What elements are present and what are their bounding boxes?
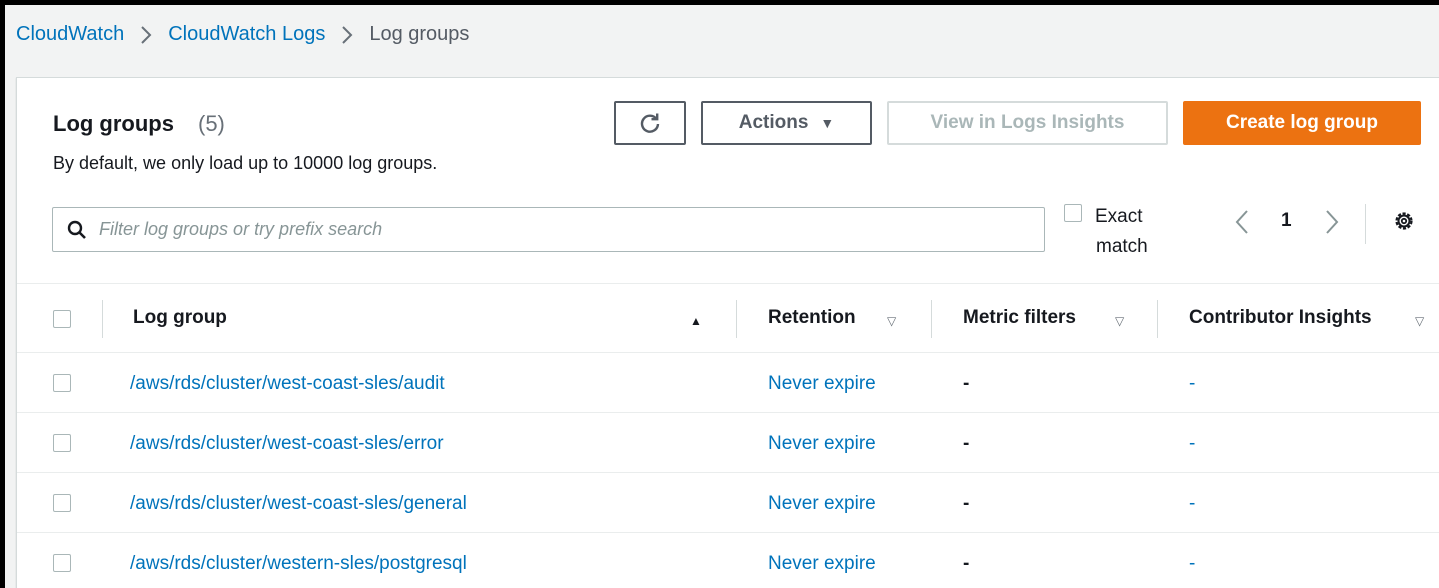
row-checkbox[interactable] (53, 494, 71, 512)
log-group-count: (5) (198, 111, 225, 136)
caret-down-icon: ▼ (820, 115, 835, 131)
chevron-right-icon (140, 25, 152, 45)
refresh-icon (640, 113, 660, 133)
exact-match-label-line2: match (1096, 236, 1148, 257)
chevron-right-icon (1326, 210, 1339, 234)
actions-dropdown-button[interactable]: Actions ▼ (701, 101, 872, 145)
table-row: /aws/rds/cluster/western-sles/postgresql… (17, 533, 1439, 588)
sort-ascending-icon[interactable]: ▲ (690, 314, 702, 328)
sort-icon[interactable]: ▽ (887, 314, 896, 328)
log-group-link[interactable]: /aws/rds/cluster/west-coast-sles/general (130, 493, 467, 515)
table-settings-button[interactable] (1392, 209, 1416, 238)
search-input[interactable] (99, 219, 999, 240)
column-divider (736, 300, 737, 338)
select-all-checkbox[interactable] (53, 310, 71, 328)
search-icon (67, 220, 86, 239)
column-divider (102, 300, 103, 338)
column-header-contributor-insights[interactable]: Contributor Insights (1189, 307, 1372, 329)
log-group-link[interactable]: /aws/rds/cluster/west-coast-sles/audit (130, 373, 445, 395)
log-groups-panel: Log groups (5) By default, we only load … (16, 77, 1439, 588)
retention-link[interactable]: Never expire (768, 493, 876, 515)
column-header-metric-filters[interactable]: Metric filters (963, 307, 1076, 329)
log-group-link[interactable]: /aws/rds/cluster/west-coast-sles/error (130, 433, 444, 455)
pagination-divider (1365, 204, 1366, 244)
chevron-right-icon (341, 25, 353, 45)
sort-icon[interactable]: ▽ (1415, 314, 1424, 328)
log-group-link[interactable]: /aws/rds/cluster/western-sles/postgresql (130, 553, 467, 575)
current-page-number[interactable]: 1 (1281, 210, 1292, 232)
column-header-log-group[interactable]: Log group (133, 307, 227, 329)
search-box (52, 207, 1045, 252)
view-in-logs-insights-button[interactable]: View in Logs Insights (887, 101, 1168, 145)
refresh-button[interactable] (614, 101, 686, 145)
create-log-group-button[interactable]: Create log group (1183, 101, 1421, 145)
contributor-insights-value: - (1189, 373, 1196, 394)
metric-filters-value: - (963, 433, 970, 454)
retention-link[interactable]: Never expire (768, 373, 876, 395)
breadcrumb-current: Log groups (369, 23, 470, 45)
table-row: /aws/rds/cluster/west-coast-sles/general… (17, 473, 1439, 533)
retention-link[interactable]: Never expire (768, 433, 876, 455)
table-header: Log group ▲ Retention ▽ Metric filters ▽… (17, 283, 1439, 353)
app-frame: CloudWatch CloudWatch Logs Log groups Lo… (0, 0, 1439, 588)
breadcrumb: CloudWatch CloudWatch Logs Log groups (16, 23, 469, 46)
row-checkbox[interactable] (53, 554, 71, 572)
contributor-insights-value: - (1189, 493, 1196, 514)
page-title: Log groups (53, 111, 174, 136)
actions-label: Actions (738, 112, 809, 133)
table-row: /aws/rds/cluster/west-coast-sles/audit N… (17, 353, 1439, 413)
exact-match-label-line1: Exact (1095, 206, 1143, 227)
exact-match-label: Exact match (1095, 202, 1165, 262)
contributor-insights-value: - (1189, 433, 1196, 454)
next-page-button[interactable] (1325, 209, 1339, 240)
page-subtitle: By default, we only load up to 10000 log… (53, 153, 438, 173)
column-header-retention[interactable]: Retention (768, 307, 856, 329)
exact-match-checkbox[interactable] (1064, 204, 1082, 222)
row-checkbox[interactable] (53, 434, 71, 452)
column-divider (931, 300, 932, 338)
metric-filters-value: - (963, 493, 970, 514)
metric-filters-value: - (963, 553, 970, 574)
column-divider (1157, 300, 1158, 338)
breadcrumb-cloudwatch[interactable]: CloudWatch (16, 23, 124, 46)
table-row: /aws/rds/cluster/west-coast-sles/error N… (17, 413, 1439, 473)
retention-link[interactable]: Never expire (768, 553, 876, 575)
gear-icon (1395, 212, 1413, 230)
row-checkbox[interactable] (53, 374, 71, 392)
chevron-left-icon (1235, 210, 1248, 234)
breadcrumb-cloudwatch-logs[interactable]: CloudWatch Logs (168, 23, 325, 46)
sort-icon[interactable]: ▽ (1115, 314, 1124, 328)
previous-page-button[interactable] (1235, 209, 1249, 240)
contributor-insights-value: - (1189, 553, 1196, 574)
metric-filters-value: - (963, 373, 970, 394)
